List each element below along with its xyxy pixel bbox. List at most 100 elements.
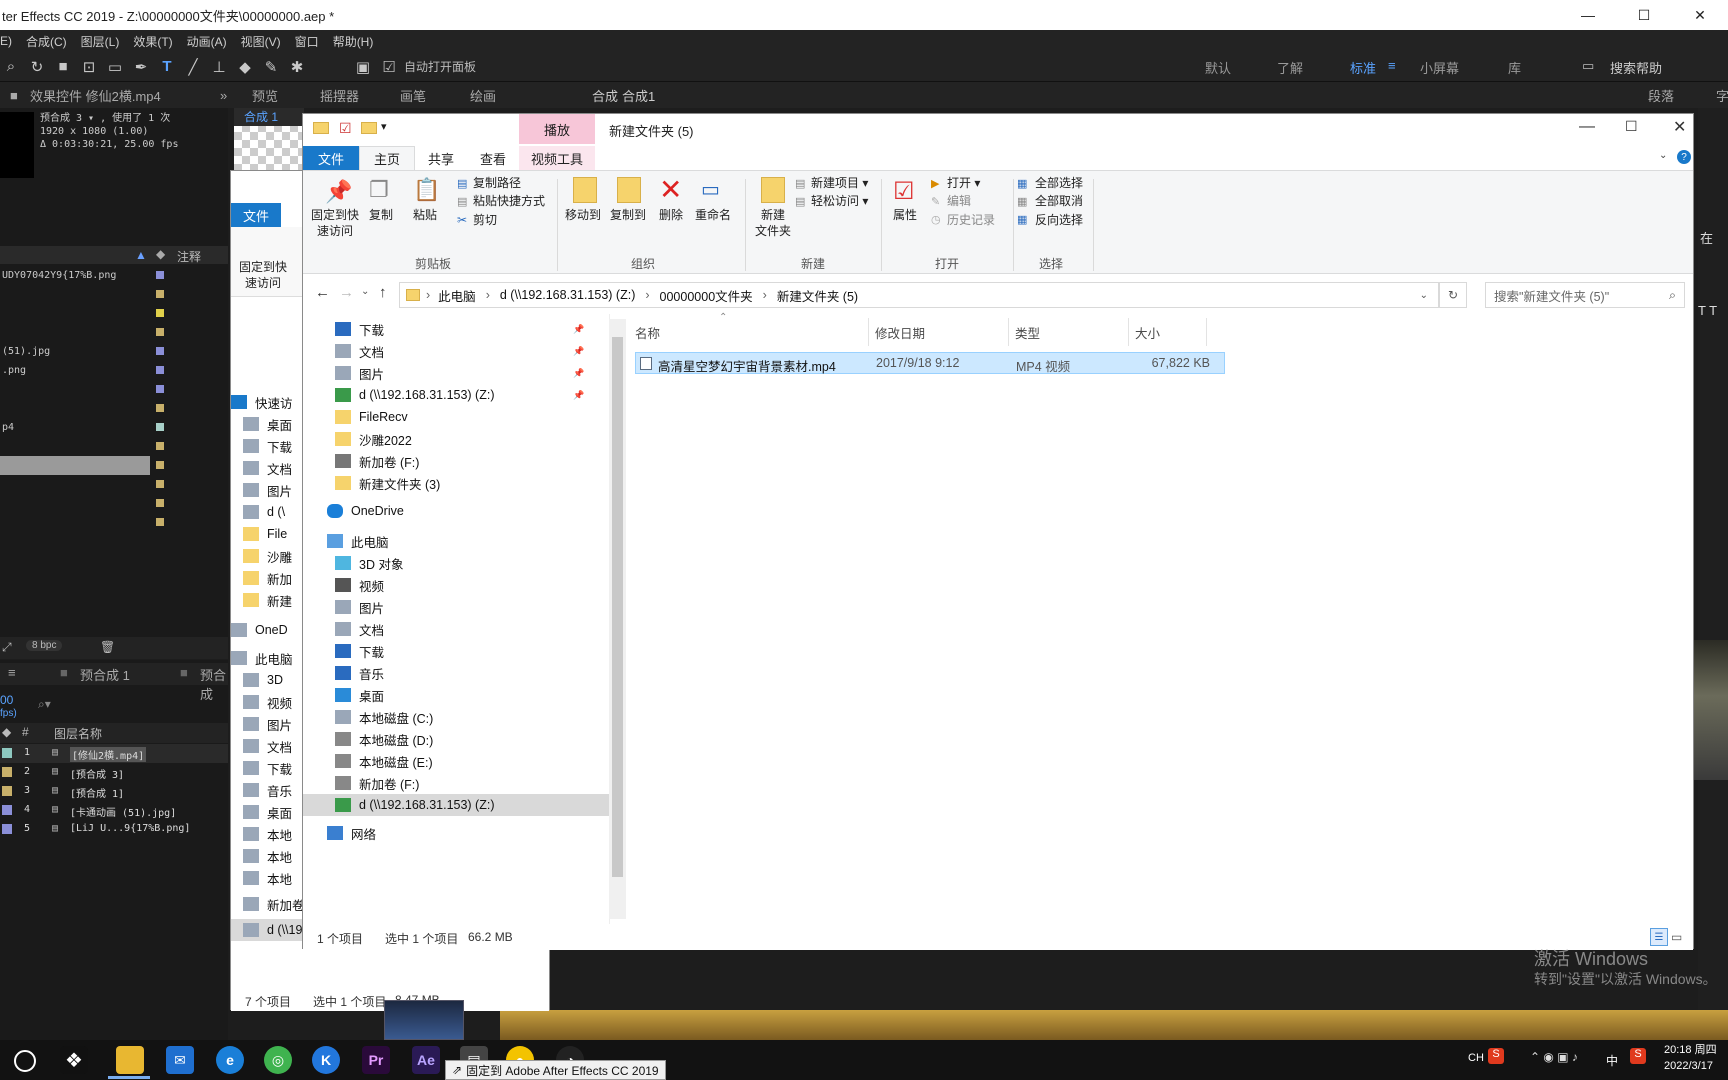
nav-this-pc[interactable]: 此电脑 bbox=[327, 530, 389, 552]
project-item[interactable] bbox=[0, 494, 200, 513]
quick-access-item[interactable]: 文档 📌 bbox=[335, 340, 584, 362]
expand-icon[interactable]: » bbox=[220, 88, 227, 103]
layer-name[interactable]: [LiJ U...9{17%B.png] bbox=[70, 823, 190, 834]
quick-access-item[interactable]: FileRecv bbox=[335, 406, 408, 428]
comp-viewer-tab[interactable]: 合成 1 bbox=[234, 108, 304, 126]
pan-tool-icon[interactable]: ⊡ bbox=[78, 56, 100, 78]
sogou-icon-2[interactable]: S bbox=[1630, 1048, 1646, 1064]
this-pc-item[interactable]: d (\\192.168.31.153) (Z:) bbox=[303, 794, 609, 816]
paste-shortcut-button[interactable]: 粘贴快捷方式 bbox=[473, 193, 545, 209]
breadcrumb-current[interactable]: 新建文件夹 (5) bbox=[777, 286, 858, 305]
label-swatch[interactable] bbox=[156, 518, 164, 526]
menu-view[interactable]: 视图(V) bbox=[241, 33, 281, 50]
new-folder-quick-icon[interactable] bbox=[361, 122, 377, 134]
back-nav-item[interactable]: 快速访 bbox=[231, 391, 293, 413]
ime-indicator[interactable]: 中 bbox=[1606, 1052, 1618, 1069]
help-icon[interactable]: ? bbox=[1677, 150, 1691, 164]
column-name[interactable]: 名称 bbox=[629, 318, 869, 346]
project-item[interactable]: p4 bbox=[0, 418, 200, 437]
this-pc-item[interactable]: 本地磁盘 (E:) bbox=[335, 750, 433, 772]
workspace-menu-icon[interactable]: ≡ bbox=[1388, 58, 1396, 73]
browser-icon[interactable]: ◎ bbox=[264, 1046, 292, 1074]
puppet-tool-icon[interactable]: ✱ bbox=[286, 56, 308, 78]
k-app-icon[interactable]: K bbox=[312, 1046, 340, 1074]
nav-scrollbar-thumb[interactable] bbox=[612, 337, 623, 877]
project-item[interactable] bbox=[0, 456, 164, 475]
back-nav-item[interactable]: 本地 bbox=[243, 823, 292, 845]
recent-dropdown-icon[interactable]: ⌄ bbox=[361, 286, 369, 297]
layer-row[interactable]: 5 ▤ [LiJ U...9{17%B.png] bbox=[0, 820, 228, 839]
back-nav-item[interactable]: 桌面 bbox=[243, 801, 292, 823]
eraser-tool-icon[interactable]: ◆ bbox=[234, 56, 256, 78]
back-nav-item[interactable]: 此电脑 bbox=[231, 647, 293, 669]
workspace-standard[interactable]: 标准 bbox=[1350, 58, 1376, 77]
tab-preview[interactable]: 预览 bbox=[252, 86, 278, 105]
back-nav-item[interactable]: 本地 bbox=[243, 845, 292, 867]
column-type[interactable]: 类型 bbox=[1009, 318, 1129, 346]
back-nav-item[interactable]: 下载 bbox=[243, 757, 292, 779]
this-pc-item[interactable]: 本地磁盘 (D:) bbox=[335, 728, 433, 750]
up-arrow-icon[interactable]: ↑ bbox=[379, 284, 387, 301]
back-nav-item[interactable]: 本地 bbox=[243, 867, 292, 889]
project-item[interactable] bbox=[0, 437, 200, 456]
timecode[interactable]: 00 bbox=[0, 693, 13, 707]
delete-button[interactable]: 删除 bbox=[651, 207, 691, 223]
file-explorer-icon[interactable] bbox=[116, 1046, 144, 1074]
language-indicator[interactable]: CH bbox=[1468, 1052, 1484, 1064]
forward-arrow-icon[interactable]: → bbox=[339, 284, 354, 301]
camera-tool-icon[interactable]: ■ bbox=[52, 56, 74, 78]
layer-label-swatch[interactable] bbox=[2, 786, 12, 796]
select-none-button[interactable]: 全部取消 bbox=[1035, 193, 1083, 209]
address-bar[interactable]: › 此电脑 › d (\\192.168.31.153) (Z:) › 0000… bbox=[399, 282, 1439, 308]
layer-label-swatch[interactable] bbox=[2, 805, 12, 815]
menu-edit[interactable]: E) bbox=[0, 34, 12, 48]
new-item-button[interactable]: 新建项目 ▾ bbox=[811, 175, 868, 191]
quick-access-item[interactable]: 下载 📌 bbox=[335, 318, 584, 340]
tab-precomp-1[interactable]: 预合成 1 bbox=[80, 665, 130, 684]
timeline-search[interactable]: ⌕▾ bbox=[38, 697, 218, 715]
breadcrumb-this-pc[interactable]: 此电脑 bbox=[438, 286, 476, 305]
minimize-button[interactable]: — bbox=[1579, 118, 1595, 136]
tab-share[interactable]: 共享 bbox=[415, 146, 467, 170]
tab-home[interactable]: 主页 bbox=[359, 146, 415, 170]
search-help-input[interactable]: 搜索帮助 bbox=[1610, 58, 1662, 77]
nav-scrollbar[interactable] bbox=[609, 319, 626, 919]
stamp-tool-icon[interactable]: ⊥ bbox=[208, 56, 230, 78]
breadcrumb-folder[interactable]: 00000000文件夹 bbox=[660, 286, 753, 305]
project-item[interactable]: UDY07042Y9{17%B.png bbox=[0, 266, 200, 285]
rename-button[interactable]: 重命名 bbox=[691, 207, 735, 223]
sogou-icon[interactable]: S bbox=[1488, 1048, 1504, 1064]
rectangle-tool-icon[interactable]: ▭ bbox=[104, 56, 126, 78]
edit-button[interactable]: 编辑 bbox=[947, 193, 971, 209]
maximize-button[interactable]: ☐ bbox=[1616, 0, 1672, 30]
column-modified[interactable]: 修改日期 bbox=[869, 318, 1009, 346]
project-item[interactable]: (51).jpg bbox=[0, 342, 200, 361]
menu-effect[interactable]: 效果(T) bbox=[133, 33, 172, 50]
layer-name[interactable]: [预合成 1] bbox=[70, 785, 124, 800]
back-nav-item[interactable]: 图片 bbox=[243, 479, 292, 501]
label-swatch[interactable] bbox=[156, 385, 164, 393]
file-row[interactable]: 高清星空梦幻宇宙背景素材.mp4 2017/9/18 9:12 MP4 视频 67,8… bbox=[635, 352, 1225, 374]
label-swatch[interactable] bbox=[156, 271, 164, 279]
context-tab-play[interactable]: 播放 bbox=[519, 114, 595, 144]
this-pc-item[interactable]: 图片 bbox=[335, 596, 384, 618]
menu-composition[interactable]: 合成(C) bbox=[26, 33, 67, 50]
invert-selection-button[interactable]: 反向选择 bbox=[1035, 212, 1083, 228]
minimize-button[interactable]: — bbox=[1560, 0, 1616, 30]
this-pc-item[interactable]: 下载 bbox=[335, 640, 384, 662]
tab-effect-controls[interactable]: 效果控件 修仙2横.mp4 bbox=[30, 86, 161, 105]
search-icon[interactable]: ⌕ bbox=[1669, 288, 1676, 303]
text-tool-icon[interactable]: T bbox=[156, 56, 178, 78]
refresh-button[interactable]: ↻ bbox=[1439, 282, 1467, 308]
search-help-icon[interactable]: ▭ bbox=[1582, 58, 1594, 74]
back-nav-item[interactable]: 桌面 bbox=[243, 413, 292, 435]
project-item[interactable] bbox=[0, 285, 200, 304]
history-button[interactable]: 历史记录 bbox=[947, 212, 995, 228]
after-effects-icon[interactable]: Ae bbox=[412, 1046, 440, 1074]
tab-view[interactable]: 查看 bbox=[467, 146, 519, 170]
this-pc-item[interactable]: 本地磁盘 (C:) bbox=[335, 706, 433, 728]
paste-button[interactable]: 粘贴 bbox=[403, 207, 447, 223]
back-nav-item[interactable]: 视频 bbox=[243, 691, 292, 713]
workspace-small[interactable]: 小屏幕 bbox=[1420, 58, 1459, 77]
easy-access-button[interactable]: 轻松访问 ▾ bbox=[811, 193, 868, 209]
